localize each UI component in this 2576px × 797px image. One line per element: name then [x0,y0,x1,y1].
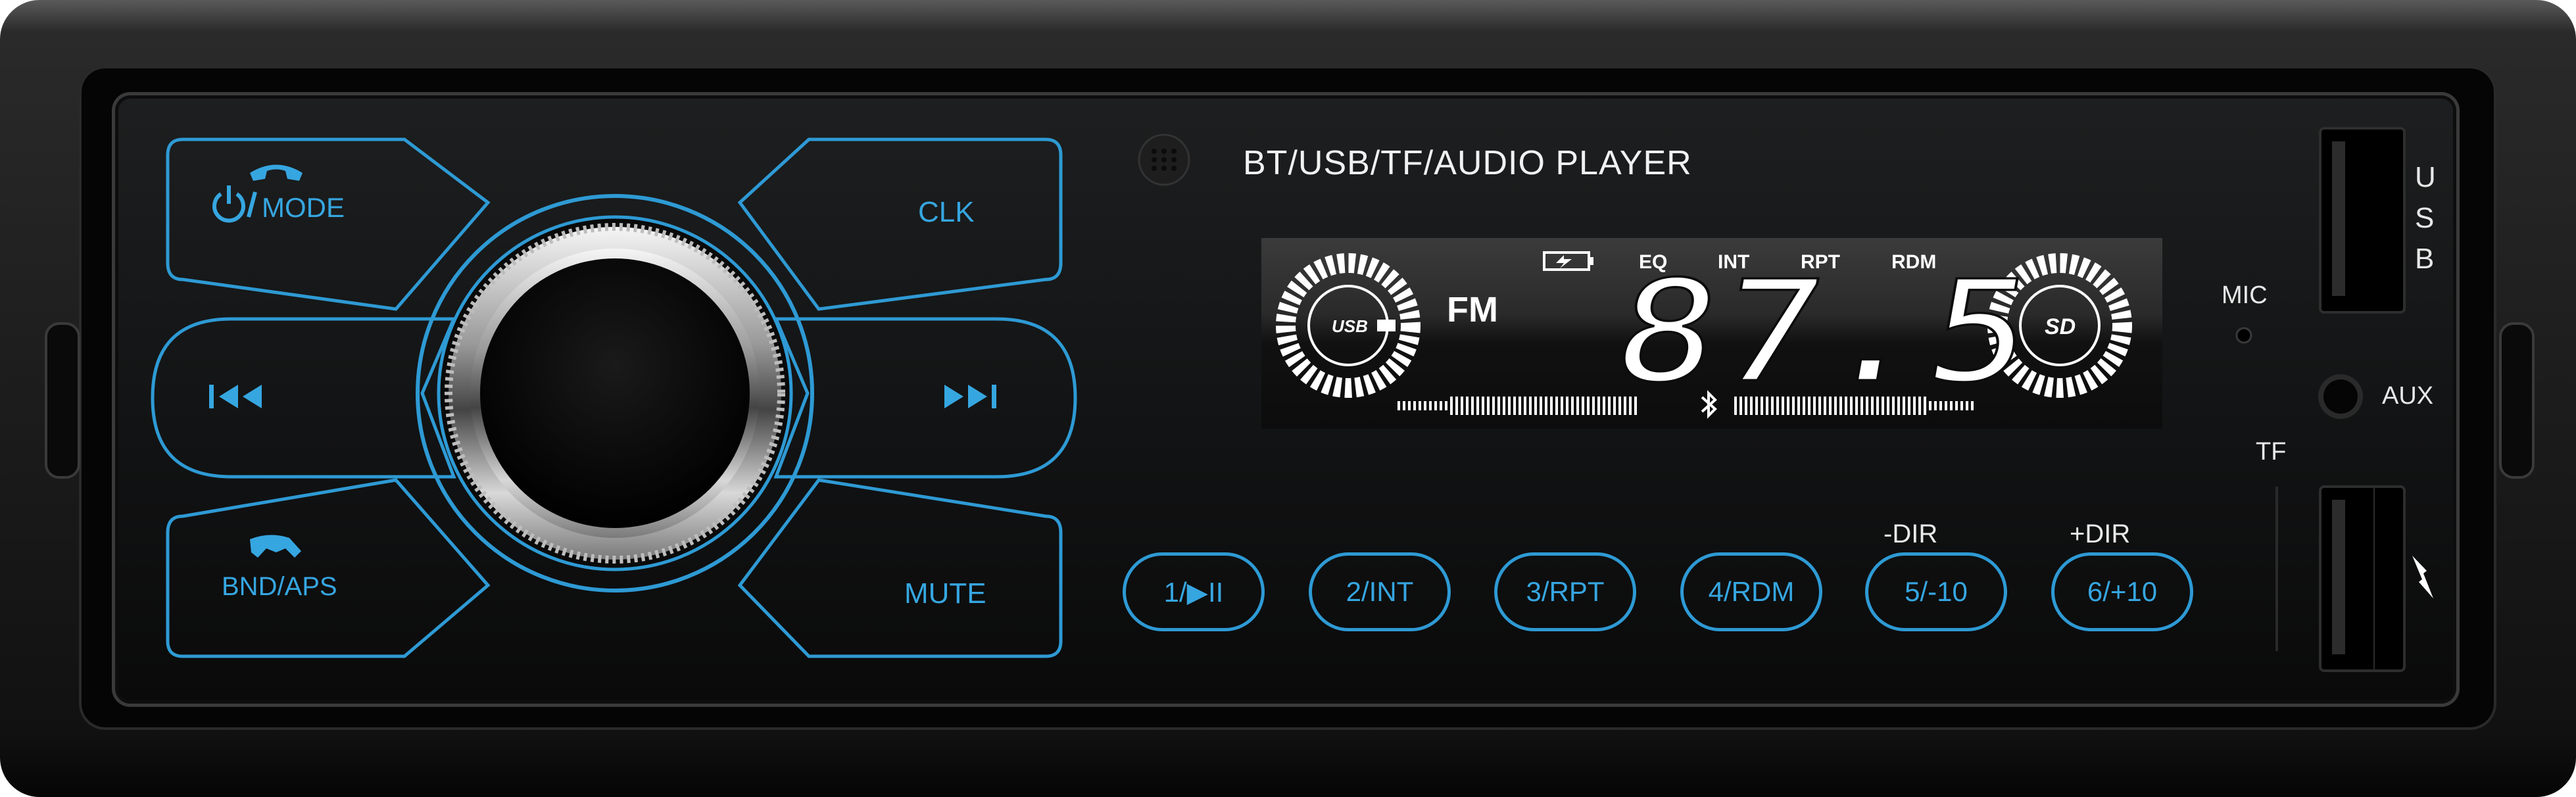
spectrum-segment [1497,397,1500,415]
frequency-readout: 87.5 [1602,249,2050,414]
spectrum-segment [1524,397,1526,415]
spectrum-segment [1513,397,1516,415]
preset-button-5[interactable]: 5/-10 [1865,552,2007,631]
spectrum-segment [1545,397,1547,415]
spectrum-segment [1476,397,1479,415]
spectrum-segment [1445,401,1447,410]
spectrum-segment [1492,397,1495,415]
spectrum-segment [1534,397,1537,415]
spectrum-segment [1397,401,1400,410]
spectrum-segment [1587,397,1590,415]
spectrum-segment [1503,397,1505,415]
usb-ring-icon: USB [1276,253,1421,398]
spectrum-segment [1582,397,1584,415]
preset-button-3[interactable]: 3/RPT [1494,552,1636,631]
spectrum-segment [1592,397,1595,415]
spectrum-segment [1550,397,1553,415]
spectrum-segment [1434,401,1437,410]
battery-icon [1543,251,1593,271]
spectrum-segment [1508,397,1511,415]
usb-port-letter-b: B [2415,243,2435,275]
spectrum-segment [1561,397,1563,415]
spectrum-segment [1461,397,1463,415]
spectrum-segment [1566,397,1568,415]
spectrum-segment [1455,397,1458,415]
spectrum-segment [1403,401,1405,410]
preset-top-label-6: +DIR [2070,519,2131,548]
usb-port-letter-u: U [2415,161,2436,193]
spectrum-segment [1408,401,1411,410]
preset-top-label-5: -DIR [1883,519,1938,548]
preset-button-6[interactable]: 6/+10 [2051,552,2193,631]
spectrum-segment [1429,401,1432,410]
spectrum-segment [1424,401,1426,410]
spectrum-segment [1482,397,1484,415]
preset-button-1[interactable]: 1/▶II [1123,552,1265,631]
preset-button-2[interactable]: 2/INT [1309,552,1451,631]
car-stereo-unit: MODE CLK BND/APS MUTE BT/USB/TF/AUDIO PL… [0,0,2576,797]
band-indicator: FM [1447,290,1498,329]
spectrum-segment [1471,397,1474,415]
spectrum-segment [1413,401,1416,410]
spectrum-segment [1466,397,1469,415]
spectrum-segment [1540,397,1542,415]
spectrum-segment [1450,397,1453,415]
sd-indicator: SD [2045,314,2076,339]
spectrum-segment [1487,397,1490,415]
spectrum-segment [1519,397,1521,415]
tf-label: TF [2256,438,2287,466]
spectrum-segment [1440,401,1442,410]
preset-button-4[interactable]: 4/RDM [1680,552,1822,631]
spectrum-segment [1529,397,1532,415]
usb-indicator: USB [1332,316,1368,336]
aux-label: AUX [2382,382,2434,410]
spectrum-segment [1555,397,1558,415]
spectrum-segment [1597,397,1600,415]
spectrum-segment [1419,401,1421,410]
lcd-graphics: USB SD [1276,251,2132,419]
spectrum-segment [1576,397,1579,415]
mic-label: MIC [2222,281,2268,309]
spectrum-segment [1571,397,1574,415]
usb-port-letter-s: S [2415,202,2435,234]
